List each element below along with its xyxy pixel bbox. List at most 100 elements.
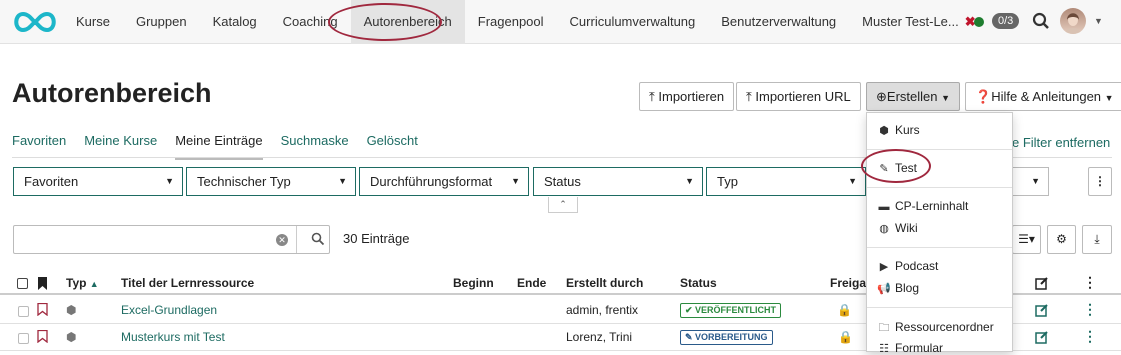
nav-kurse[interactable]: Kurse <box>63 0 123 44</box>
book-icon: ▬ <box>878 201 890 213</box>
table-view-button[interactable]: ☰▾ <box>1012 225 1041 254</box>
row-creator: Lorenz, Trini <box>566 330 633 344</box>
sort-asc-icon: ▲ <box>89 279 99 289</box>
menu-item-podcast[interactable]: ▶ Podcast <box>877 259 939 273</box>
entry-count: 30 Einträge <box>343 231 410 246</box>
nav-gruppen[interactable]: Gruppen <box>123 0 200 44</box>
create-dropdown-menu: ⬢ Kurs ✎ Test ▬ CP-Lerninhalt ◍ Wiki ▶ Podcas… <box>866 112 1013 355</box>
bookmark-outline-icon[interactable] <box>37 330 48 343</box>
status-badge: ✎ VORBEREITUNG <box>680 330 773 345</box>
tab-favoriten[interactable]: Favoriten <box>12 133 66 160</box>
settings-button[interactable]: ⚙ <box>1047 225 1076 254</box>
row-actions-icon[interactable]: ⋮ <box>1083 328 1097 345</box>
filter-more[interactable]: ▼ <box>1012 167 1049 196</box>
search-icon[interactable] <box>311 232 325 246</box>
col-typ[interactable]: Typ ▲ <box>66 276 99 290</box>
nav-benutzerverwaltung[interactable]: Benutzerverwaltung <box>708 0 849 44</box>
sliders-icon: ☷ <box>879 343 889 355</box>
row-checkbox[interactable] <box>18 306 29 317</box>
search-icon[interactable] <box>1032 12 1050 30</box>
filter-status-label: Status <box>544 174 581 189</box>
status-badge: ✔ VERÖFFENTLICHT <box>680 303 782 318</box>
menu-item-wiki[interactable]: ◍ Wiki <box>877 221 917 235</box>
caret-down-icon: ▼ <box>338 176 347 186</box>
edit-icon[interactable] <box>1035 303 1049 317</box>
openolat-logo-icon[interactable] <box>10 10 60 34</box>
search-field[interactable]: ✕ <box>13 225 330 254</box>
row-checkbox[interactable] <box>18 333 29 344</box>
help-button[interactable]: ❓Hilfe & Anleitungen ▼ <box>965 82 1121 111</box>
tab-geloescht[interactable]: Gelöscht <box>367 133 418 160</box>
list-icon: ☰▾ <box>1018 232 1035 246</box>
row-creator: admin, frentix <box>566 303 639 317</box>
bookmark-icon[interactable] <box>37 277 48 290</box>
select-all-checkbox[interactable] <box>17 278 28 289</box>
caret-down-icon: ▼ <box>848 176 857 186</box>
filter-favoriten-label: Favoriten <box>24 174 79 189</box>
row-title-link[interactable]: Musterkurs mit Test <box>121 330 225 344</box>
user-menu-caret-icon[interactable]: ▼ <box>1094 16 1103 26</box>
menu-item-blog[interactable]: 📢 Blog <box>877 281 919 295</box>
filter-durchfuehrungsformat-label: Durchführungsformat <box>370 174 493 189</box>
nav-katalog[interactable]: Katalog <box>200 0 270 44</box>
download-button[interactable]: ⤓ <box>1082 225 1112 254</box>
menu-divider <box>867 187 1012 188</box>
menu-item-ressourcenordner-label: Ressourcenordner <box>895 320 994 334</box>
notification-counter[interactable]: 0/3 <box>992 13 1020 29</box>
nav-curriculumverwaltung[interactable]: Curriculumverwaltung <box>557 0 709 44</box>
import-url-label: Importieren URL <box>755 89 851 104</box>
tab-meine-eintraege[interactable]: Meine Einträge <box>175 133 263 160</box>
nav-muster-test-label: Muster Test-Le... <box>862 14 959 29</box>
col-titel[interactable]: Titel der Lernressource <box>121 276 254 290</box>
vertical-dots-icon: ⋮ <box>1083 274 1097 290</box>
user-avatar[interactable] <box>1060 8 1086 34</box>
tab-suchmaske[interactable]: Suchmaske <box>281 133 349 160</box>
edit-icon <box>1035 277 1048 290</box>
nav-muster-test[interactable]: Muster Test-Le... ✖ <box>849 0 988 44</box>
remove-filters-link[interactable]: e Filter entfernen <box>1012 135 1110 150</box>
user-lock-icon: 🔒 <box>837 303 852 317</box>
menu-item-kurs[interactable]: ⬢ Kurs <box>877 123 920 137</box>
filter-technischer-typ[interactable]: Technischer Typ ▼ <box>186 167 356 196</box>
col-typ-label: Typ <box>66 276 87 290</box>
menu-item-formular[interactable]: ☷ Formular <box>877 341 943 355</box>
row-title-link[interactable]: Excel-Grundlagen <box>121 303 217 317</box>
menu-item-cp-lerninhalt[interactable]: ▬ CP-Lerninhalt <box>877 199 969 213</box>
collapse-filters-button[interactable]: ⌃ <box>548 197 578 213</box>
search-input[interactable] <box>18 229 268 250</box>
menu-item-ressourcenordner[interactable]: 🗀 Ressourcenordner <box>877 319 994 338</box>
col-status[interactable]: Status <box>680 276 717 290</box>
cube-icon: ⬢ <box>66 330 77 344</box>
menu-item-formular-label: Formular <box>895 341 944 355</box>
import-url-button[interactable]: ⤒ Importieren URL <box>736 82 861 111</box>
col-erstellt-durch[interactable]: Erstellt durch <box>566 276 643 290</box>
import-button[interactable]: ⤒ Importieren <box>639 82 735 111</box>
online-status-dot <box>974 17 984 27</box>
filter-favoriten[interactable]: Favoriten ▼ <box>13 167 183 196</box>
create-label: Erstellen <box>886 89 938 104</box>
top-navigation-bar: Kurse Gruppen Katalog Coaching Autorenbe… <box>0 0 1121 44</box>
menu-item-podcast-label: Podcast <box>895 259 939 273</box>
filter-typ[interactable]: Typ ▼ <box>706 167 866 196</box>
col-ende[interactable]: Ende <box>517 276 546 290</box>
filter-options-button[interactable]: ⋮ <box>1088 167 1112 196</box>
filter-durchfuehrungsformat[interactable]: Durchführungsformat ▼ <box>359 167 529 196</box>
download-icon: ⤓ <box>1094 232 1100 246</box>
tab-meine-kurse[interactable]: Meine Kurse <box>84 133 157 160</box>
author-tabs: Favoriten Meine Kurse Meine Einträge Suc… <box>12 133 436 160</box>
clear-search-icon[interactable]: ✕ <box>276 234 288 246</box>
caret-down-icon: ▼ <box>165 176 174 186</box>
create-button[interactable]: ⊕Erstellen ▼ <box>866 82 961 111</box>
bookmark-outline-icon[interactable] <box>37 303 48 316</box>
edit-icon[interactable] <box>1035 330 1049 344</box>
folder-icon: 🗀 <box>878 322 890 334</box>
caret-down-icon: ▼ <box>685 176 694 186</box>
filter-status[interactable]: Status ▼ <box>533 167 703 196</box>
row-actions-icon[interactable]: ⋮ <box>1083 301 1097 318</box>
bullhorn-icon: 📢 <box>877 283 891 295</box>
plus-circle-icon: ⊕ <box>876 89 887 104</box>
col-beginn[interactable]: Beginn <box>453 276 494 290</box>
nav-fragenpool[interactable]: Fragenpool <box>465 0 557 44</box>
question-circle-icon: ❓ <box>975 89 992 104</box>
menu-item-kurs-label: Kurs <box>895 123 920 137</box>
